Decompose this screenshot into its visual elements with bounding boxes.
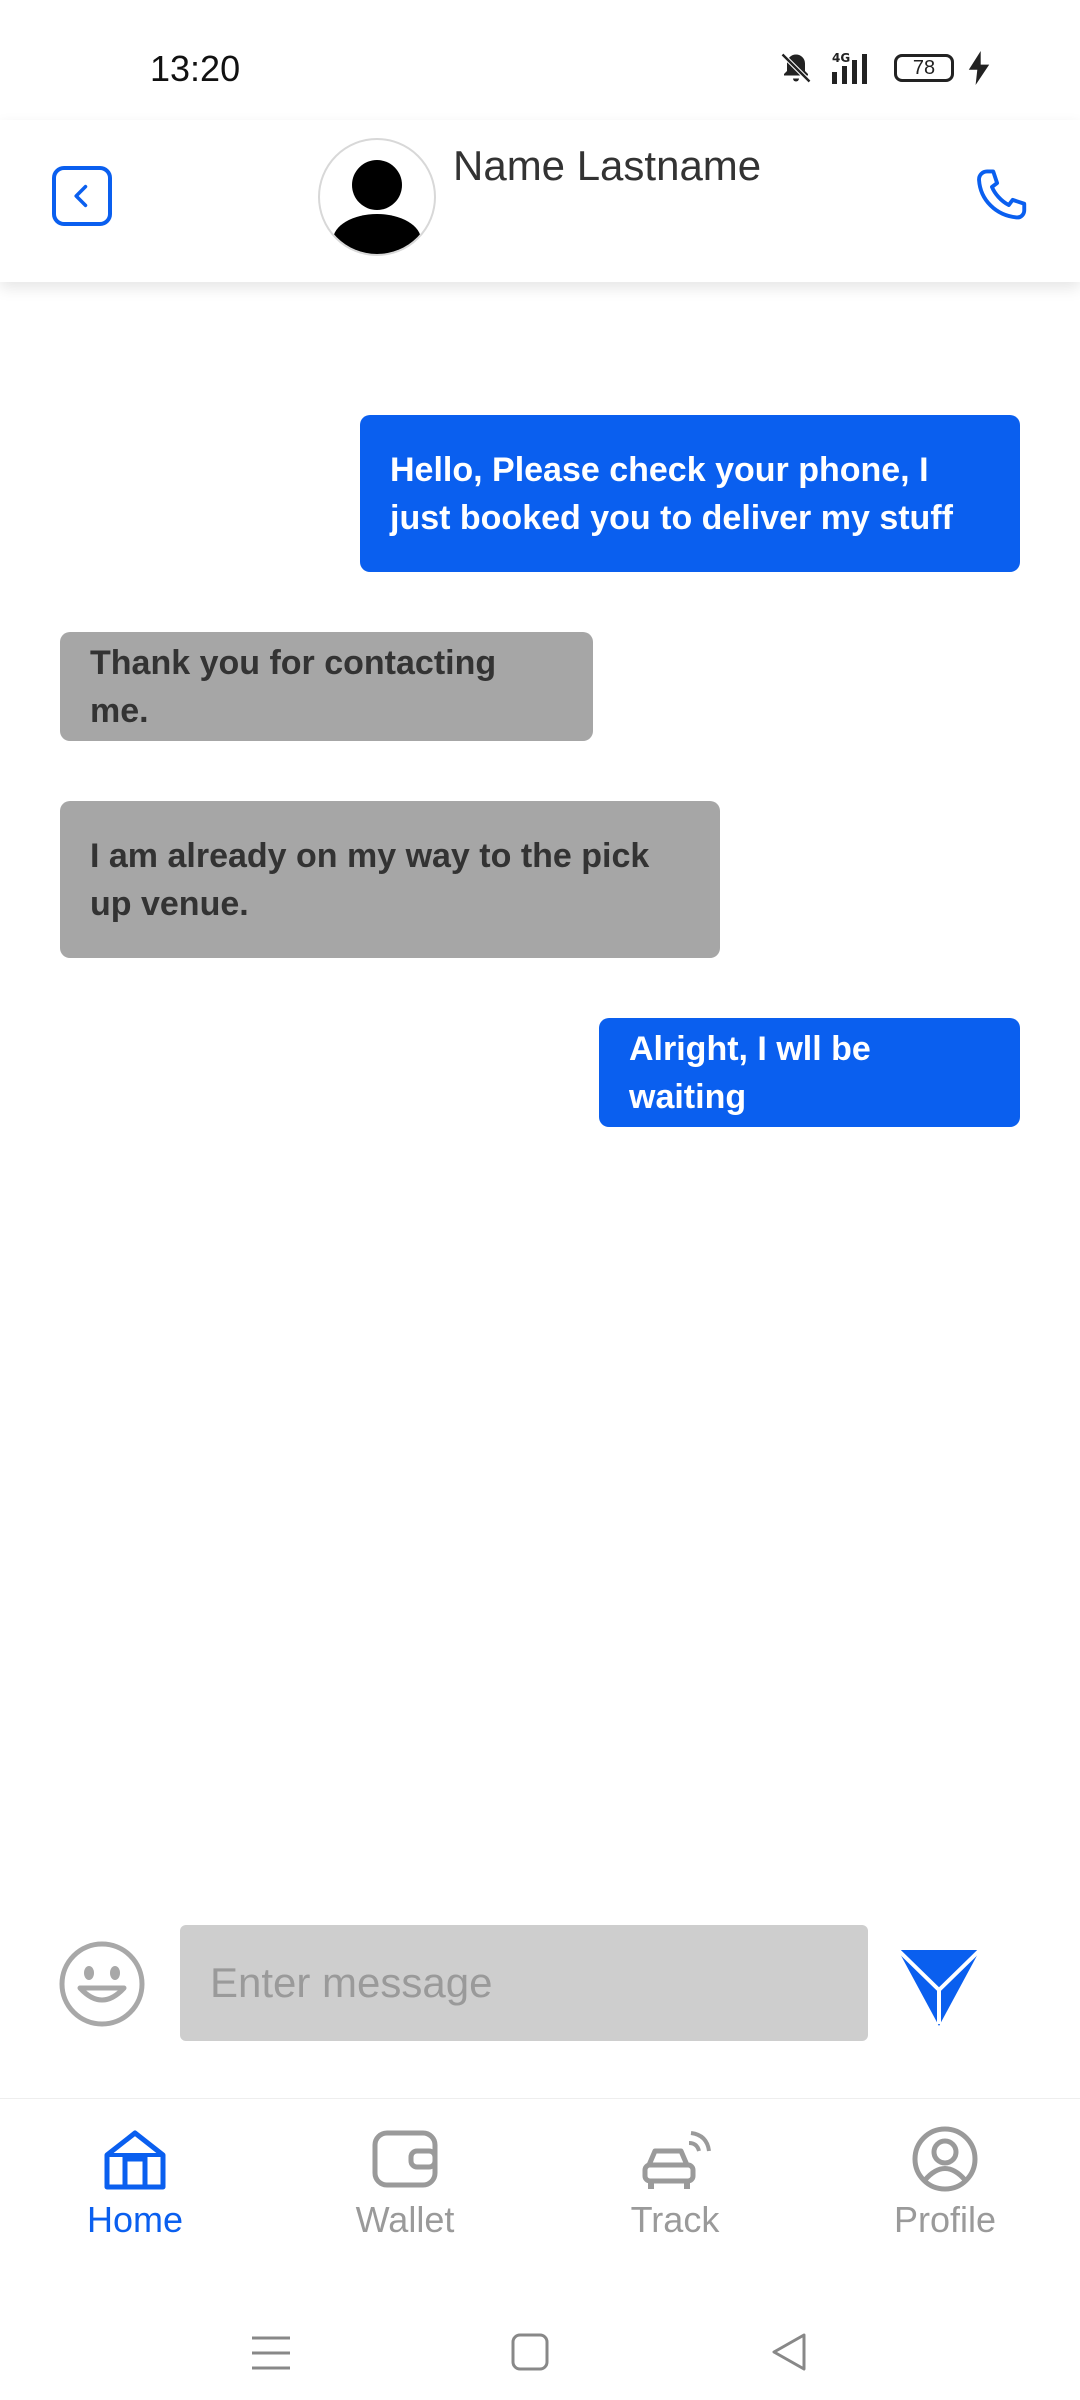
send-button[interactable]	[896, 1946, 982, 2028]
recents-icon[interactable]	[250, 2334, 292, 2372]
car-tracking-icon	[642, 2131, 711, 2189]
avatar[interactable]	[318, 138, 436, 256]
incoming-message[interactable]: Thank you for contacting me.	[60, 632, 593, 741]
svg-text:4G: 4G	[832, 51, 850, 65]
nav-profile-label: Profile	[893, 2199, 997, 2240]
contact-name: Name Lastname	[453, 142, 762, 189]
charging-icon	[968, 51, 990, 85]
emoji-button[interactable]	[58, 1940, 146, 2028]
chat-header: Name Lastname	[0, 120, 1080, 282]
phone-icon	[977, 169, 1027, 220]
message-text: I am already on my way to the pick up ve…	[90, 836, 650, 923]
outgoing-message[interactable]: Alright, I wll be waiting	[599, 1018, 1020, 1127]
signal-icon: 4G	[832, 51, 867, 84]
person-icon	[333, 160, 421, 254]
back-system-icon[interactable]	[768, 2331, 808, 2373]
chevron-left-icon	[74, 184, 88, 208]
status-time: 13:20	[150, 48, 241, 89]
profile-icon	[912, 2126, 978, 2192]
bell-muted-icon	[780, 52, 812, 84]
back-button[interactable]	[52, 166, 112, 226]
message-text: Thank you for contacting me.	[90, 643, 497, 730]
nav-track[interactable]: Track	[575, 2125, 775, 2241]
nav-wallet[interactable]: Wallet	[305, 2125, 505, 2241]
send-icon	[896, 1948, 982, 2026]
message-text: Hello, Please check your phone, I just b…	[390, 450, 953, 537]
message-input[interactable]	[180, 1925, 868, 2041]
nav-wallet-label: Wallet	[355, 2199, 455, 2240]
nav-home-label: Home	[86, 2199, 184, 2240]
nav-track-label: Track	[630, 2199, 720, 2240]
wallet-icon	[372, 2130, 438, 2188]
incoming-message[interactable]: I am already on my way to the pick up ve…	[60, 801, 720, 958]
message-text: Alright, I wll be waiting	[629, 1029, 871, 1116]
nav-home[interactable]: Home	[35, 2125, 235, 2241]
outgoing-message[interactable]: Hello, Please check your phone, I just b…	[360, 415, 1020, 572]
smiley-icon	[59, 1941, 145, 2027]
call-button[interactable]	[970, 160, 1032, 232]
system-navigation-bar	[0, 2298, 1080, 2400]
home-system-icon[interactable]	[510, 2332, 550, 2372]
bottom-nav: Home Wallet Track Profile	[0, 2098, 1080, 2299]
home-icon	[104, 2130, 166, 2190]
status-icons: 4G 78	[778, 50, 990, 86]
nav-profile[interactable]: Profile	[845, 2125, 1045, 2241]
battery-indicator: 78	[894, 54, 954, 82]
